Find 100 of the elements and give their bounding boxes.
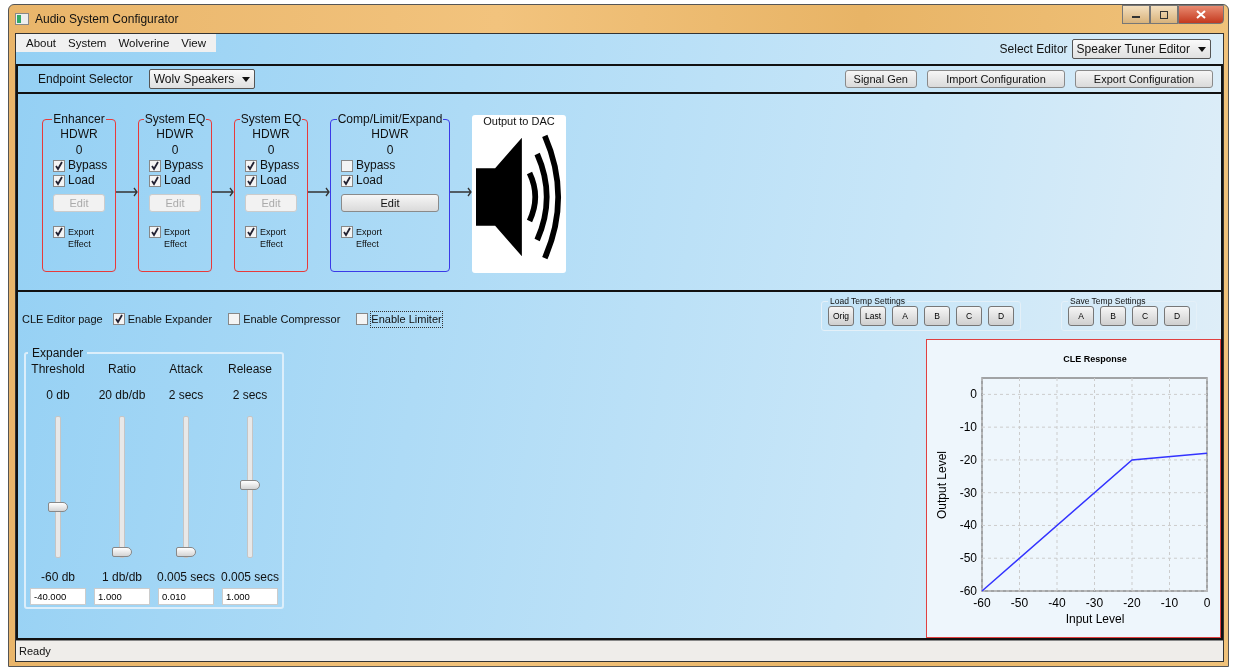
effect-checkbox[interactable]: Bypass [239,158,303,173]
effect-source: HDWR [370,126,410,142]
close-icon [1196,10,1206,19]
export-checkbox[interactable]: Export Effect [239,226,303,250]
edit-button[interactable]: Edit [341,194,439,212]
save-button[interactable]: C [1132,306,1158,326]
toolbar-button[interactable]: Export Configuration [1075,70,1213,88]
slider-max-label: 20 db/db [98,388,146,404]
value-input[interactable]: 1.000 [222,588,278,605]
checkmark-icon [150,175,160,186]
effect-checkbox[interactable]: Bypass [143,158,207,173]
enable-checkbox[interactable]: Enable Expander [112,311,213,327]
y-tick-label: -10 [959,420,977,435]
slider-max-label: 2 secs [232,388,268,404]
y-tick-label: 0 [970,387,977,402]
connector-arrow [308,187,330,197]
maximize-icon [1159,10,1169,19]
value-input[interactable]: 1.000 [94,588,150,605]
slider-thumb[interactable] [48,502,68,513]
slider-label: Ratio [108,362,136,378]
effect-title: System EQ [143,112,207,126]
slider-min-label: -60 db [41,570,75,586]
load-button[interactable]: C [956,306,982,326]
checkmark-icon [54,175,64,186]
enable-checkbox[interactable]: Enable Compressor [228,311,341,327]
effect-checkbox[interactable]: Load [143,173,207,188]
endpoint-label: Endpoint Selector [38,72,133,86]
export-checkbox[interactable]: Export Effect [47,226,111,250]
effect-checkbox[interactable]: Bypass [335,158,445,173]
menu-item[interactable]: Wolverine [112,37,176,49]
slider-label: Threshold [31,362,85,378]
effect-checkbox[interactable]: Load [239,173,303,188]
x-tick-label: -40 [1048,596,1066,610]
effect-title: Comp/Limit/Expand [336,112,444,126]
enable-checkbox[interactable]: Enable Limiter [356,311,442,327]
slider-label: Attack [169,362,203,378]
checkmark-icon [54,160,64,171]
save-button[interactable]: D [1164,306,1190,326]
toolbar-button[interactable]: Import Configuration [927,70,1065,88]
effect-checkbox[interactable]: Load [335,173,445,188]
slider-thumb[interactable] [176,546,196,557]
output-title: Output to DAC [483,115,555,127]
x-tick-label: -30 [1085,596,1104,610]
effect-count: 0 [385,142,395,158]
x-axis-label: Input Level [1065,612,1125,626]
menu-item[interactable]: About [20,37,63,49]
load-button[interactable]: A [892,306,918,326]
value-input[interactable]: -40.000 [30,588,86,605]
export-checkbox[interactable]: Export Effect [143,226,207,250]
load-button[interactable]: B [924,306,950,326]
save-button[interactable]: A [1068,306,1094,326]
editor-dropdown[interactable]: Speaker Tuner Editor [1071,39,1211,59]
load-button[interactable]: Orig [828,306,854,326]
effect-count: 0 [266,142,276,158]
value-input[interactable]: 0.010 [158,588,214,605]
y-tick-label: -50 [959,551,977,566]
x-tick-label: 0 [1203,596,1211,610]
group-title: Expander [31,346,85,360]
effect-checkbox[interactable]: Load [47,173,111,188]
connector-arrow [116,187,138,197]
effect-checkbox[interactable]: Bypass [47,158,111,173]
effect-title: System EQ [239,112,303,126]
checkmark-icon [246,227,256,237]
endpoint-dropdown[interactable]: Wolv Speakers [148,69,256,89]
window-icon [15,13,29,25]
checkmark-icon [342,175,352,186]
chart-title: CLE Response [1063,354,1127,364]
toolbar-button[interactable]: Signal Gen [844,70,917,88]
slider-min-label: 0.005 secs [156,570,215,586]
slider-thumb[interactable] [240,480,260,490]
caret-icon [242,76,251,82]
slider-thumb[interactable] [112,547,132,557]
group-title: Save Temp Settings [1069,296,1147,306]
slider-max-label: 0 db [46,388,70,404]
checkmark-icon [246,160,256,171]
y-axis-label: Output Level [935,451,949,519]
menu-item[interactable]: System [62,37,113,49]
group-title: Load Temp Settings [829,296,906,306]
effect-source: HDWR [59,126,99,142]
load-button[interactable]: D [988,306,1014,326]
effect-source: HDWR [251,126,291,142]
checkmark-icon [342,227,352,237]
connector-arrow [450,187,472,197]
slider-min-label: 1 db/db [101,570,142,586]
x-tick-label: -50 [1010,596,1029,610]
window-title: Audio System Configurator [35,12,179,26]
menu-item[interactable]: View [175,37,213,49]
y-tick-label: -20 [959,452,977,467]
load-button[interactable]: Last [860,306,886,326]
maximize-button[interactable] [1150,5,1178,24]
checkmark-icon [113,314,124,324]
effect-title: Enhancer [52,112,106,126]
effect-count: 0 [170,142,180,158]
y-tick-label: -60 [959,584,977,598]
checkmark-icon [54,227,64,237]
close-button[interactable] [1178,5,1224,24]
effect-count: 0 [74,142,84,158]
save-button[interactable]: B [1100,306,1126,326]
export-checkbox[interactable]: Export Effect [335,226,445,250]
minimize-button[interactable] [1122,5,1150,24]
